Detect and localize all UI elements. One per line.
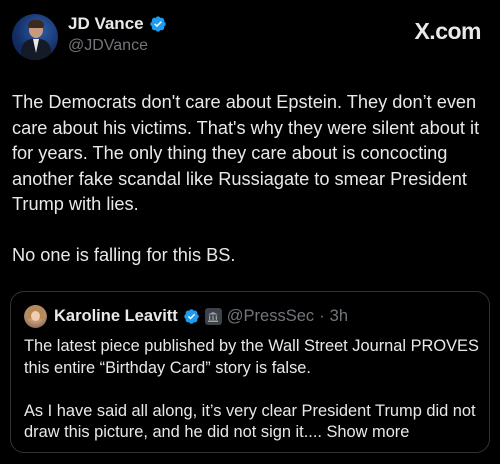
x-com-logo: X.com xyxy=(414,18,481,44)
tweet-text: The Democrats don't care about Epstein. … xyxy=(12,92,480,265)
author-avatar[interactable] xyxy=(12,14,58,60)
quote-header: Karoline Leavitt @PressSec · 3h xyxy=(54,307,348,326)
quote-author-name[interactable]: Karoline Leavitt xyxy=(54,307,178,326)
quote-timestamp[interactable]: 3h xyxy=(330,307,348,326)
quote-author-handle[interactable]: @PressSec xyxy=(227,307,314,326)
quote-text: The latest piece published by the Wall S… xyxy=(24,336,479,444)
author-display-name[interactable]: JD Vance xyxy=(68,14,144,34)
quoted-tweet-card[interactable]: Karoline Leavitt @PressSec · 3h The late… xyxy=(10,291,490,453)
verified-badge-icon xyxy=(183,308,200,325)
government-affiliation-icon xyxy=(204,308,222,325)
quote-body: The latest piece published by the Wall S… xyxy=(24,337,479,441)
quote-author-avatar[interactable] xyxy=(24,305,47,328)
quote-separator: · xyxy=(319,307,325,325)
author-name-row: JD Vance xyxy=(68,14,167,34)
verified-badge-icon xyxy=(149,15,167,33)
author-handle[interactable]: @JDVance xyxy=(68,37,148,55)
show-more-link[interactable]: Show more xyxy=(326,423,409,441)
